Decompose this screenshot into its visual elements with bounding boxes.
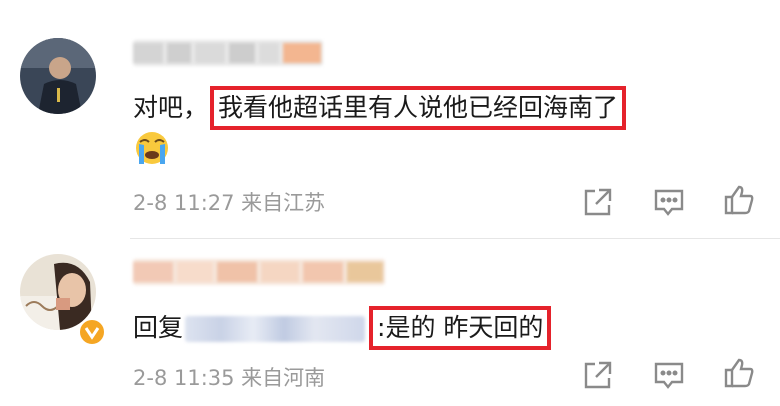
comment-icon[interactable] [652, 358, 686, 392]
comment-meta: 2-8 11:35 来自河南 [133, 366, 326, 390]
comment-divider [130, 238, 780, 239]
reply-prefix: 回复 [133, 313, 184, 342]
username-redacted[interactable] [133, 259, 385, 285]
like-icon[interactable] [722, 356, 756, 390]
like-icon[interactable] [722, 183, 756, 217]
comment-text: 回复 :是的 昨天回的 [133, 306, 552, 350]
comment-prefix: 对吧， [133, 93, 209, 122]
mention-redacted[interactable] [185, 316, 366, 342]
comment-text: 对吧， 我看他超话里有人说他已经回海南了 [133, 86, 627, 130]
comment-icon[interactable] [652, 185, 686, 219]
crying-face-emoji-icon [132, 130, 172, 166]
commenter-avatar[interactable] [20, 38, 96, 114]
verified-badge-icon [78, 318, 106, 346]
share-icon[interactable] [581, 185, 615, 219]
share-icon[interactable] [581, 358, 615, 392]
highlighted-text: 我看他超话里有人说他已经回海南了 [210, 86, 627, 130]
username-redacted[interactable] [133, 40, 323, 66]
highlighted-text: :是的 昨天回的 [369, 306, 552, 350]
comment-meta: 2-8 11:27 来自江苏 [133, 191, 326, 215]
